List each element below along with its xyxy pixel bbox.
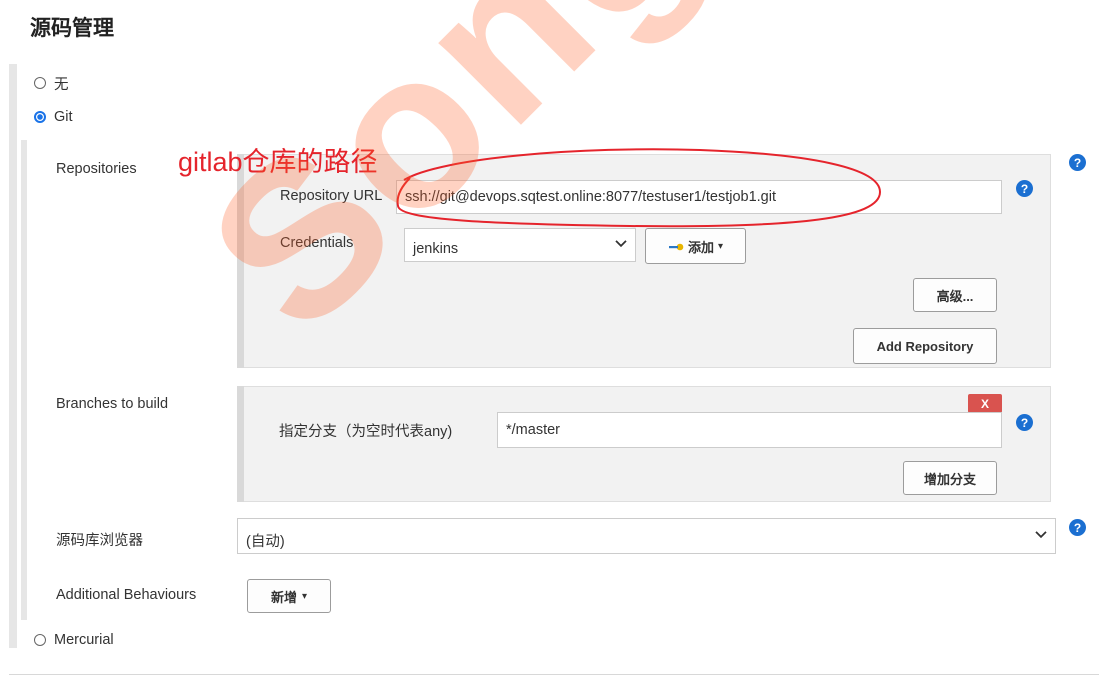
- section-gutter: [9, 64, 17, 648]
- credentials-select[interactable]: jenkins: [404, 228, 636, 262]
- section-title: 源码管理: [30, 17, 114, 40]
- repository-browser-help-icon[interactable]: ?: [1069, 519, 1086, 536]
- annotation-text: gitlab仓库的路径: [178, 147, 378, 177]
- advanced-button[interactable]: 高级...: [913, 278, 997, 312]
- scm-option-git[interactable]: Git: [34, 106, 73, 128]
- add-repository-button[interactable]: Add Repository: [853, 328, 997, 364]
- repositories-panel-handle[interactable]: [237, 154, 244, 368]
- scm-git-label: Git: [54, 109, 73, 125]
- repository-url-label: Repository URL: [280, 188, 383, 204]
- add-credentials-label: 添加: [687, 239, 714, 255]
- radio-git[interactable]: [34, 111, 46, 123]
- add-credentials-caret-icon: ▾: [717, 240, 724, 252]
- branch-spec-input[interactable]: */master: [497, 412, 1002, 448]
- branches-label: Branches to build: [56, 396, 169, 412]
- key-icon: [668, 239, 684, 254]
- delete-branch-button[interactable]: X: [968, 394, 1002, 413]
- add-branch-button[interactable]: 增加分支: [903, 461, 997, 495]
- chevron-down-icon: [615, 238, 627, 250]
- repository-browser-value: (自动): [246, 533, 285, 550]
- scm-option-none[interactable]: 无: [34, 72, 69, 94]
- branch-spec-help-icon[interactable]: ?: [1016, 414, 1033, 431]
- scm-mercurial-label: Mercurial: [54, 632, 114, 648]
- git-options-gutter: [21, 140, 27, 620]
- section-bottom-divider: [9, 674, 1099, 675]
- scm-none-label: 无: [54, 76, 69, 93]
- repository-browser-select[interactable]: (自动): [237, 518, 1056, 554]
- add-behaviour-label: 新增: [270, 589, 297, 605]
- add-behaviour-caret-icon: ▾: [301, 590, 308, 602]
- radio-none[interactable]: [34, 77, 46, 89]
- additional-behaviours-label: Additional Behaviours: [56, 587, 197, 603]
- chevron-down-icon: [1035, 529, 1047, 541]
- repositories-label: Repositories: [56, 161, 137, 177]
- add-behaviour-button[interactable]: 新增 ▾: [247, 579, 331, 613]
- credentials-label: Credentials: [280, 235, 354, 251]
- credentials-value: jenkins: [413, 241, 459, 257]
- radio-mercurial[interactable]: [34, 634, 46, 646]
- scm-option-mercurial[interactable]: Mercurial: [34, 629, 114, 651]
- annotation-ellipse: [396, 148, 882, 228]
- branches-panel-handle[interactable]: [237, 386, 244, 502]
- repository-browser-label: 源码库浏览器: [56, 533, 143, 549]
- repository-url-help-icon[interactable]: ?: [1016, 180, 1033, 197]
- add-credentials-button[interactable]: 添加 ▾: [645, 228, 746, 264]
- repositories-help-icon[interactable]: ?: [1069, 154, 1086, 171]
- branch-spec-value: */master: [506, 422, 560, 438]
- branch-spec-label: 指定分支（为空时代表any): [279, 424, 453, 440]
